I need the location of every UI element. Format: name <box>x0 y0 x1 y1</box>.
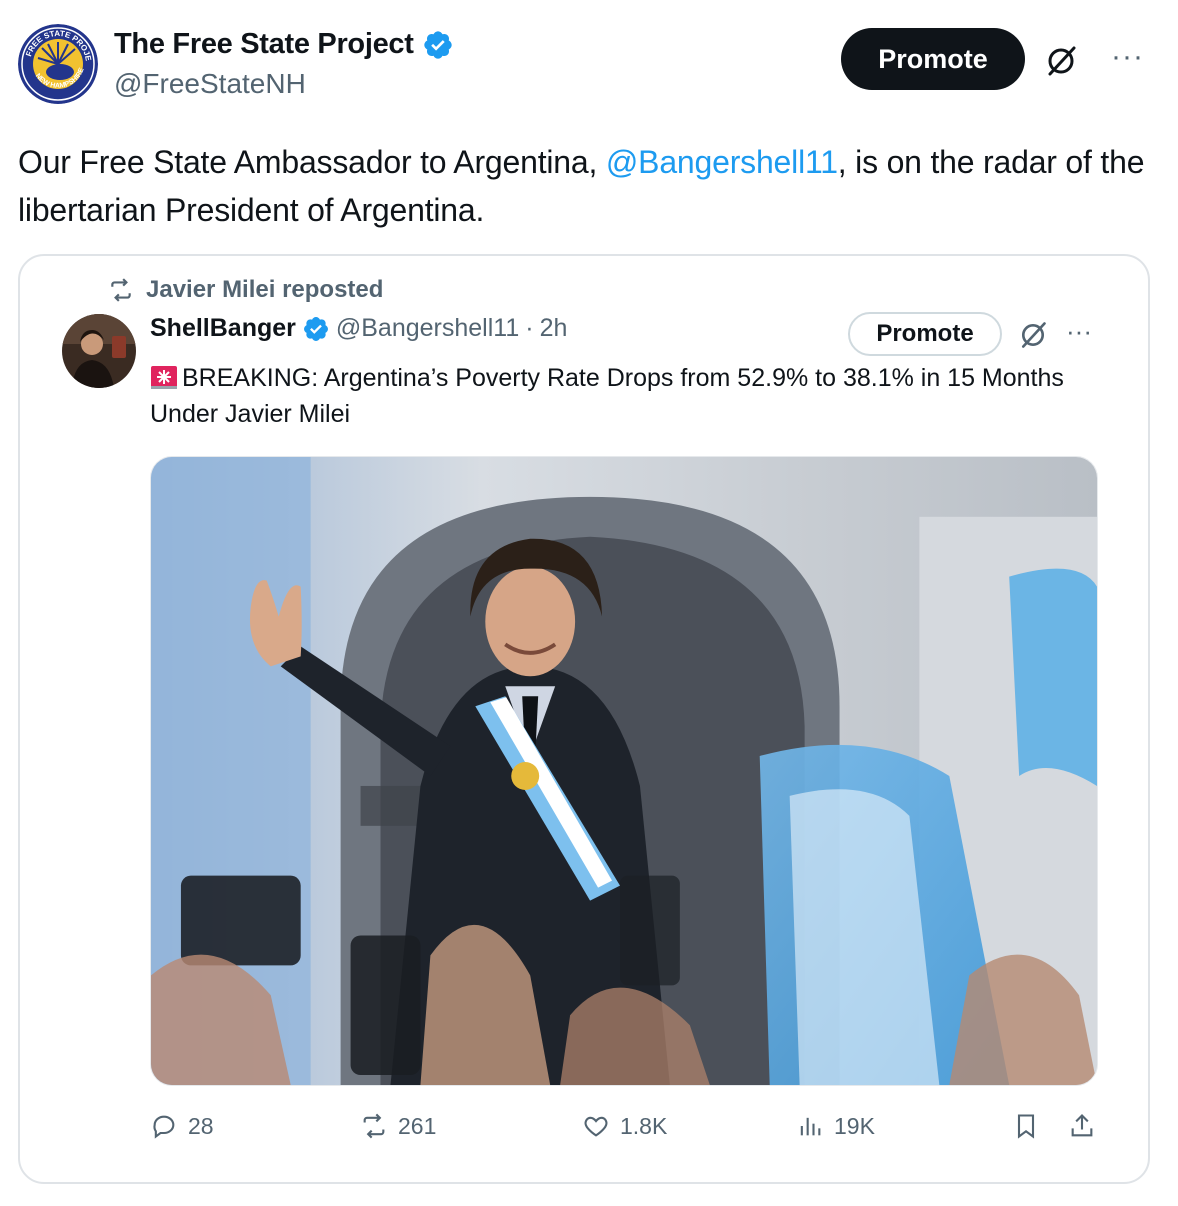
mention-link[interactable]: @Bangershell11 <box>606 144 838 180</box>
promote-button[interactable]: Promote <box>841 28 1025 90</box>
free-state-logo: FREE STATE PROJECT NEW HAMPSHIRE <box>18 24 98 104</box>
post-time[interactable]: 2h <box>540 314 568 343</box>
post-photo[interactable] <box>150 456 1098 1086</box>
share-icon <box>1071 1114 1093 1137</box>
avatar-photo <box>62 314 136 388</box>
repost-context: Javier Milei reposted <box>108 276 383 304</box>
author-handle[interactable]: @FreeStateNH <box>114 68 306 100</box>
author-avatar[interactable]: FREE STATE PROJECT NEW HAMPSHIRE <box>18 24 98 104</box>
views-icon <box>800 1117 821 1136</box>
separator-dot: · <box>525 314 534 342</box>
author-name-row: The Free State Project <box>114 28 454 61</box>
view-count: 19K <box>834 1112 875 1139</box>
grok-icon[interactable] <box>1018 320 1048 350</box>
repost-button[interactable]: 261 <box>360 1112 436 1140</box>
repost-icon <box>111 278 131 302</box>
photo-scene <box>151 457 1097 1085</box>
reply-button[interactable]: 28 <box>150 1112 214 1140</box>
like-icon <box>584 1116 608 1137</box>
share-button[interactable] <box>1068 1112 1096 1140</box>
verified-badge-icon[interactable] <box>422 29 454 61</box>
action-bar: 28 261 1.8K 19K <box>150 1112 1098 1152</box>
post-text-start: Our Free State Ambassador to Argentina, <box>18 144 606 180</box>
verified-badge-icon <box>303 316 328 341</box>
quoted-name-row: ShellBanger @Bangershell11 · 2h <box>150 314 567 343</box>
embedded-post-image[interactable]: Javier Milei reposted ShellBanger @Bange… <box>18 254 1150 1184</box>
quoted-author-avatar[interactable] <box>62 314 136 388</box>
author-name[interactable]: The Free State Project <box>114 28 414 61</box>
quoted-text-body: BREAKING: Argentina’s Poverty Rate Drops… <box>150 364 1064 428</box>
more-icon[interactable]: ··· <box>1111 42 1147 78</box>
quoted-author-handle[interactable]: @Bangershell11 <box>336 314 519 343</box>
repost-label[interactable]: Javier Milei reposted <box>146 276 383 304</box>
like-count: 1.8K <box>620 1112 668 1139</box>
reply-count: 28 <box>188 1112 214 1139</box>
more-icon[interactable]: ··· <box>1066 316 1092 347</box>
siren-icon <box>151 366 177 389</box>
like-button[interactable]: 1.8K <box>582 1112 667 1140</box>
repost-icon <box>363 1113 385 1139</box>
grok-icon[interactable] <box>1044 44 1078 78</box>
views-button[interactable]: 19K <box>796 1112 875 1140</box>
repost-count: 261 <box>398 1112 437 1139</box>
post-text: Our Free State Ambassador to Argentina, … <box>18 138 1158 234</box>
quoted-post-text: BREAKING: Argentina’s Poverty Rate Drops… <box>150 360 1070 432</box>
quoted-promote-button[interactable]: Promote <box>848 312 1002 356</box>
bookmark-icon <box>1017 1114 1035 1139</box>
bookmark-button[interactable] <box>1012 1112 1040 1140</box>
quoted-author-name[interactable]: ShellBanger <box>150 314 296 343</box>
reply-icon <box>153 1115 175 1139</box>
